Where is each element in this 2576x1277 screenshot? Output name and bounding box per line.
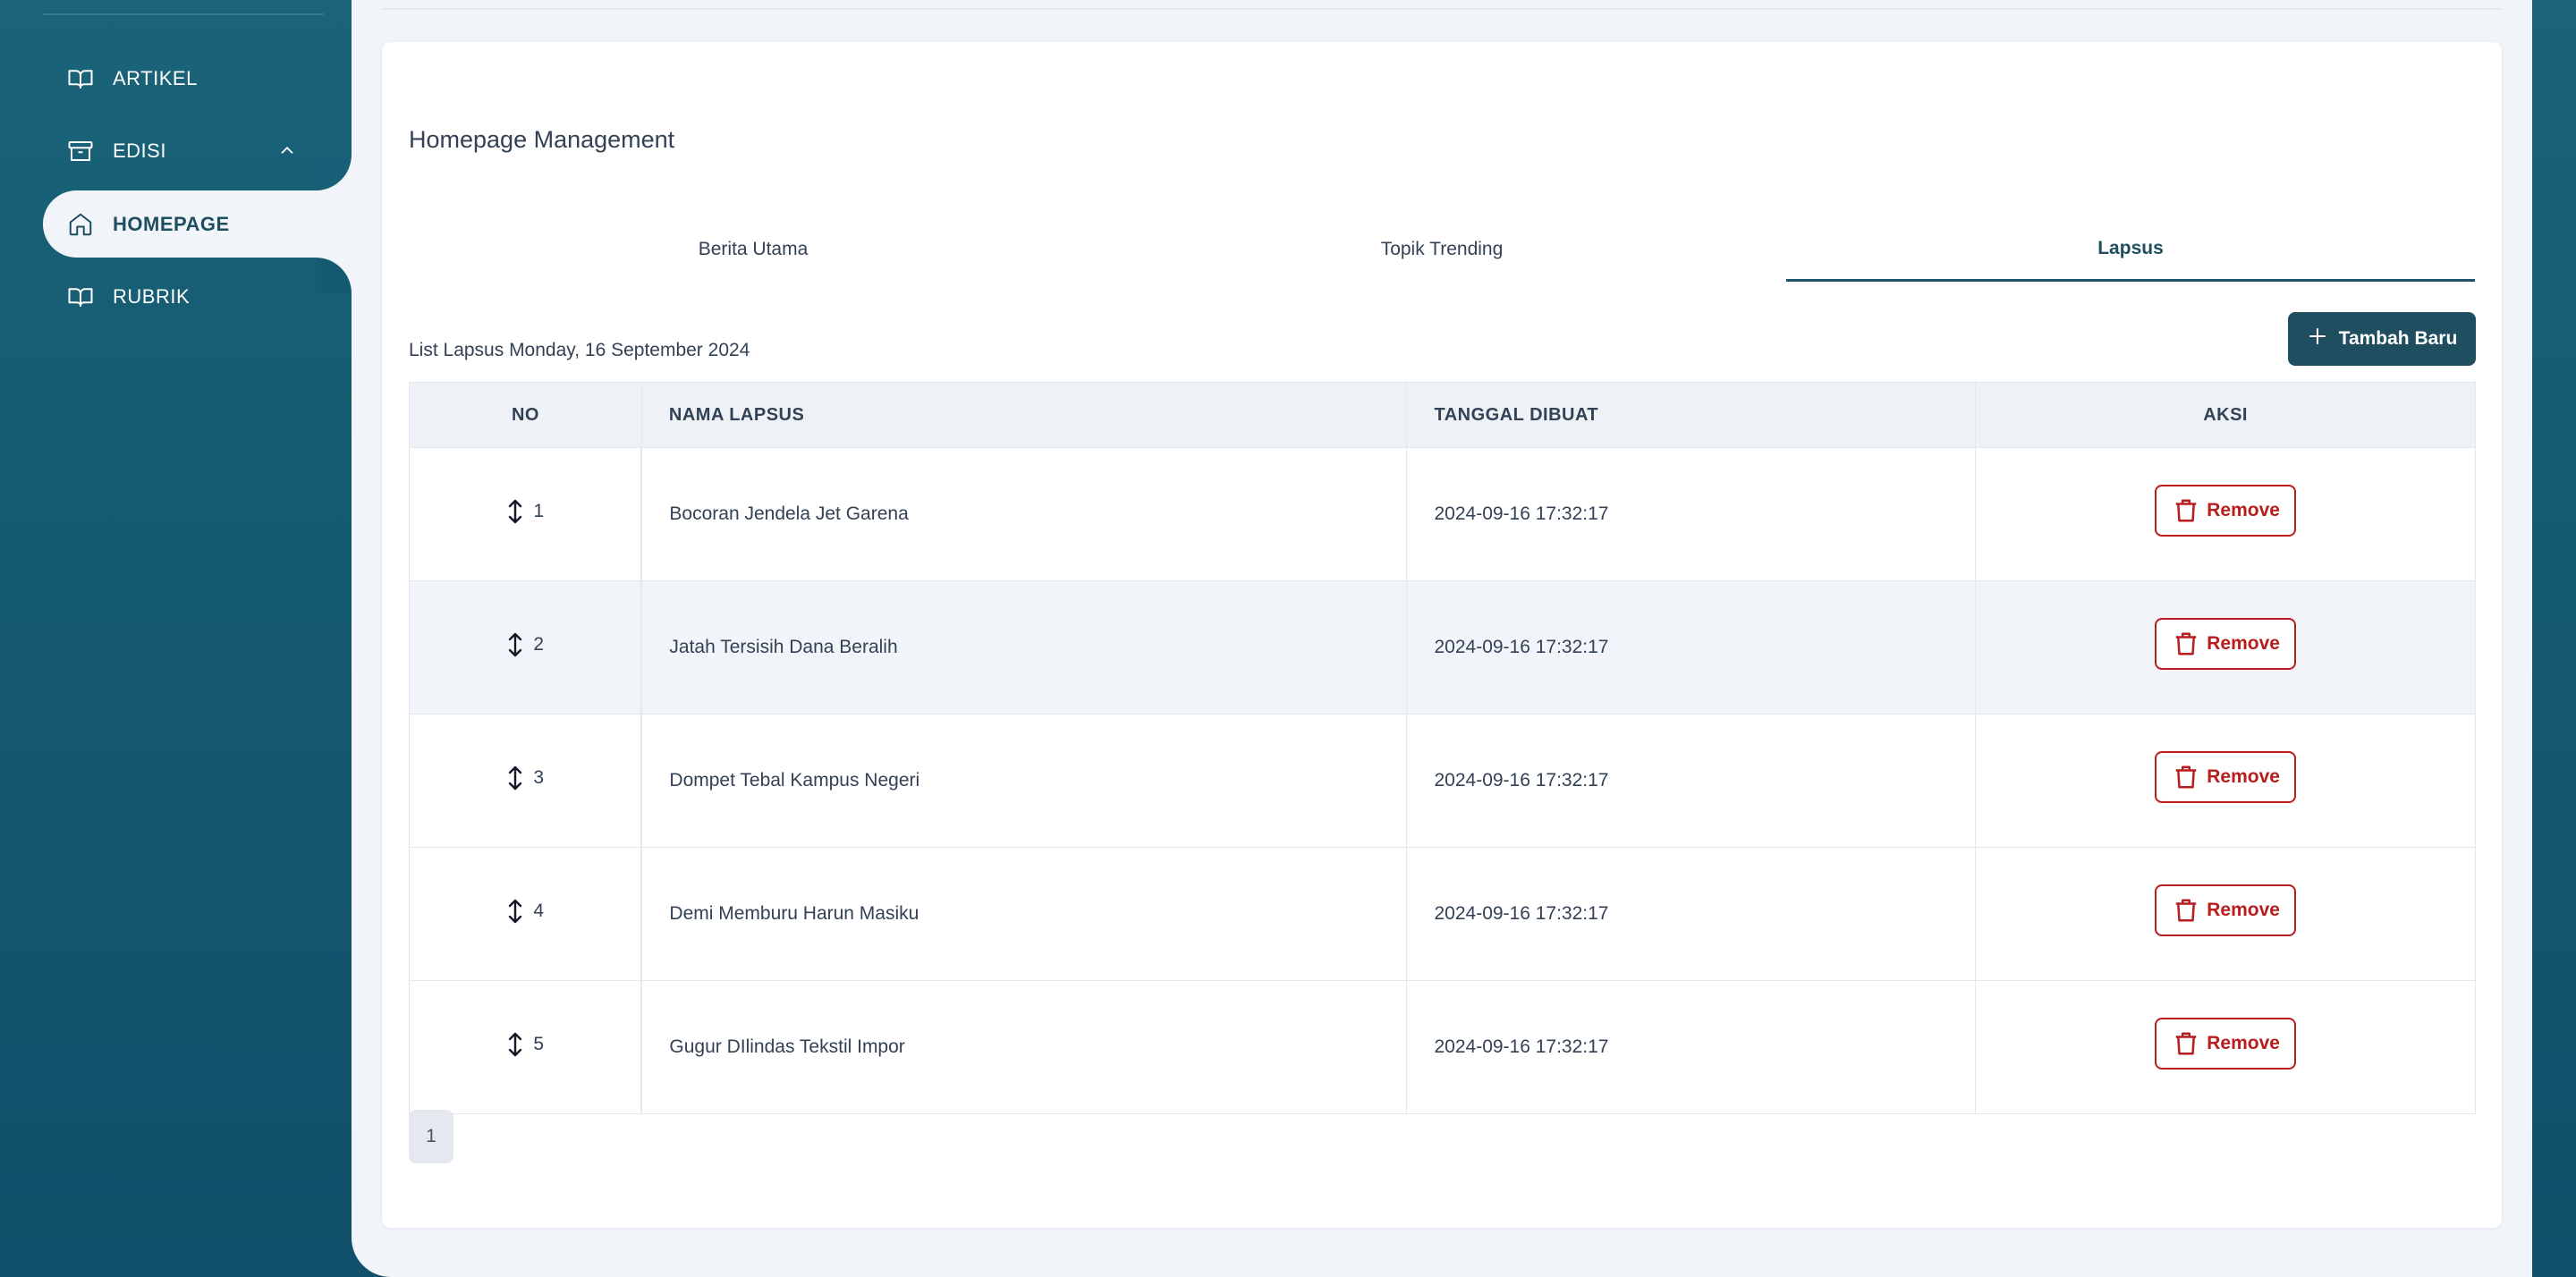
sidebar-item-label: ARTIKEL bbox=[113, 66, 198, 89]
table-row: 2 Jatah Tersisih Dana Beralih 2024-09-16… bbox=[409, 580, 2476, 715]
book-open-icon bbox=[66, 64, 95, 93]
tab-berita-utama[interactable]: Berita Utama bbox=[409, 217, 1097, 282]
sidebar: ARTIKEL EDISI HOMEPAGE RUBRIK bbox=[0, 0, 352, 1277]
lapsus-name-cell: Jatah Tersisih Dana Beralih bbox=[641, 580, 1408, 715]
home-icon bbox=[66, 210, 95, 239]
table-row: 4 Demi Memburu Harun Masiku 2024-09-16 1… bbox=[409, 847, 2476, 981]
remove-label: Remove bbox=[2207, 900, 2280, 920]
table-row: 5 Gugur DIlindas Tekstil Impor 2024-09-1… bbox=[409, 980, 2476, 1114]
column-header-aksi: AKSI bbox=[1975, 382, 2476, 448]
action-cell: Remove bbox=[1975, 980, 2476, 1114]
remove-button[interactable]: Remove bbox=[2155, 751, 2296, 803]
arrows-up-down-icon bbox=[509, 1032, 522, 1057]
created-date-cell: 2024-09-16 17:32:17 bbox=[1406, 580, 1977, 715]
main-content: Homepage Management Berita Utama Topik T… bbox=[352, 0, 2532, 1277]
drag-handle[interactable]: 1 bbox=[506, 498, 544, 525]
lapsus-name-cell: Demi Memburu Harun Masiku bbox=[641, 847, 1408, 981]
sidebar-item-artikel[interactable]: ARTIKEL bbox=[43, 45, 352, 112]
table-row: 3 Dompet Tebal Kampus Negeri 2024-09-16 … bbox=[409, 714, 2476, 848]
row-number-cell: 5 bbox=[409, 980, 643, 1114]
drag-handle[interactable]: 3 bbox=[506, 765, 544, 791]
sidebar-item-homepage[interactable]: HOMEPAGE bbox=[43, 190, 352, 258]
trash-icon bbox=[2175, 1032, 2197, 1055]
row-number: 5 bbox=[533, 1034, 545, 1054]
remove-label: Remove bbox=[2207, 1033, 2280, 1053]
add-new-button[interactable]: Tambah Baru bbox=[2288, 312, 2476, 366]
trash-icon bbox=[2175, 899, 2197, 922]
list-title: List Lapsus Monday, 16 September 2024 bbox=[409, 340, 750, 360]
lapsus-name-cell: Dompet Tebal Kampus Negeri bbox=[641, 714, 1408, 848]
pagination-page-1[interactable]: 1 bbox=[409, 1110, 453, 1163]
created-date-cell: 2024-09-16 17:32:17 bbox=[1406, 714, 1977, 848]
arrows-up-down-icon bbox=[509, 499, 522, 524]
drag-handle[interactable]: 2 bbox=[506, 631, 544, 658]
lapsus-name-cell: Bocoran Jendela Jet Garena bbox=[641, 447, 1408, 581]
created-date-cell: 2024-09-16 17:32:17 bbox=[1406, 980, 1977, 1114]
action-cell: Remove bbox=[1975, 447, 2476, 581]
action-cell: Remove bbox=[1975, 847, 2476, 981]
top-panel-edge bbox=[382, 0, 2502, 10]
row-number: 3 bbox=[533, 767, 545, 788]
plus-icon bbox=[2307, 326, 2328, 352]
arrows-up-down-icon bbox=[509, 899, 522, 924]
tab-topik-trending[interactable]: Topik Trending bbox=[1097, 217, 1786, 282]
table-header-row: NO NAMA LAPSUS TANGGAL DIBUAT AKSI bbox=[409, 382, 2476, 448]
tab-bar: Berita Utama Topik Trending Lapsus bbox=[409, 221, 2475, 285]
remove-button[interactable]: Remove bbox=[2155, 618, 2296, 670]
column-header-no: NO bbox=[409, 382, 642, 448]
action-cell: Remove bbox=[1975, 580, 2476, 715]
lapsus-table: NO NAMA LAPSUS TANGGAL DIBUAT AKSI 1 Boc… bbox=[409, 382, 2476, 1114]
created-date-cell: 2024-09-16 17:32:17 bbox=[1406, 847, 1977, 981]
row-number-cell: 3 bbox=[409, 714, 643, 848]
add-new-label: Tambah Baru bbox=[2338, 328, 2458, 349]
row-number-cell: 2 bbox=[409, 580, 643, 715]
row-number-cell: 1 bbox=[409, 447, 643, 581]
sidebar-divider bbox=[43, 13, 324, 15]
book-open-icon bbox=[66, 283, 95, 311]
row-number: 2 bbox=[533, 634, 545, 655]
sidebar-item-rubrik[interactable]: RUBRIK bbox=[43, 263, 352, 330]
column-header-tanggal: TANGGAL DIBUAT bbox=[1406, 382, 1977, 448]
action-cell: Remove bbox=[1975, 714, 2476, 848]
lapsus-name-cell: Gugur DIlindas Tekstil Impor bbox=[641, 980, 1408, 1114]
sidebar-item-label: RUBRIK bbox=[113, 284, 191, 308]
row-number: 4 bbox=[533, 901, 545, 921]
sidebar-item-label: EDISI bbox=[113, 139, 166, 162]
drag-handle[interactable]: 5 bbox=[506, 1031, 544, 1058]
table-row: 1 Bocoran Jendela Jet Garena 2024-09-16 … bbox=[409, 447, 2476, 581]
remove-label: Remove bbox=[2207, 633, 2280, 654]
remove-button[interactable]: Remove bbox=[2155, 1018, 2296, 1070]
remove-button[interactable]: Remove bbox=[2155, 884, 2296, 936]
arrows-up-down-icon bbox=[509, 632, 522, 657]
tab-lapsus[interactable]: Lapsus bbox=[1786, 217, 2475, 282]
trash-icon bbox=[2175, 765, 2197, 789]
remove-label: Remove bbox=[2207, 766, 2280, 787]
column-header-nama: NAMA LAPSUS bbox=[640, 382, 1408, 448]
remove-button[interactable]: Remove bbox=[2155, 485, 2296, 537]
sidebar-item-edisi[interactable]: EDISI bbox=[43, 117, 352, 184]
archive-icon bbox=[66, 137, 95, 165]
arrows-up-down-icon bbox=[509, 765, 522, 791]
page-title: Homepage Management bbox=[409, 126, 675, 153]
row-number: 1 bbox=[533, 501, 545, 521]
row-number-cell: 4 bbox=[409, 847, 643, 981]
homepage-management-card: Homepage Management Berita Utama Topik T… bbox=[382, 42, 2502, 1228]
chevron-up-icon[interactable] bbox=[277, 140, 299, 162]
sidebar-item-label: HOMEPAGE bbox=[113, 212, 230, 235]
drag-handle[interactable]: 4 bbox=[506, 898, 544, 925]
trash-icon bbox=[2175, 499, 2197, 522]
created-date-cell: 2024-09-16 17:32:17 bbox=[1406, 447, 1977, 581]
trash-icon bbox=[2175, 632, 2197, 655]
remove-label: Remove bbox=[2207, 500, 2280, 520]
